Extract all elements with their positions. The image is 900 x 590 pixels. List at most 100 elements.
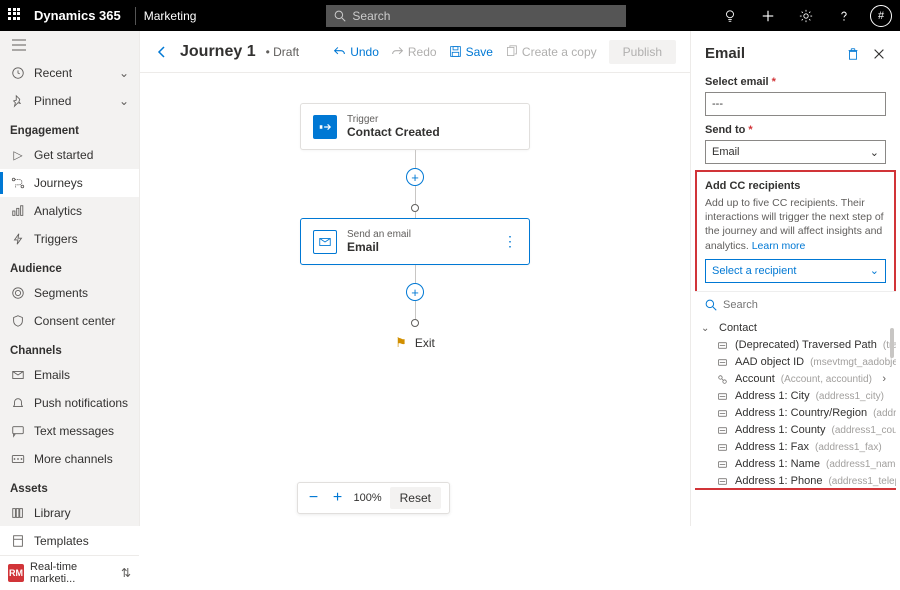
email-node[interactable]: Send an emailEmail ⋮	[300, 218, 530, 265]
send-to-label: Send to	[705, 124, 886, 136]
zoom-out-button[interactable]: −	[306, 489, 322, 507]
email-label: Email	[347, 240, 411, 254]
learn-more-link[interactable]: Learn more	[752, 240, 806, 252]
select-email-input[interactable]: ---	[705, 92, 886, 116]
tree-row[interactable]: Address 1: Fax (address1_fax)	[695, 439, 896, 456]
flag-icon: ⚑	[395, 335, 407, 351]
nav-push[interactable]: Push notifications	[0, 389, 139, 417]
node-more-icon[interactable]: ⋮	[503, 233, 517, 250]
email-sub: Send an email	[347, 229, 411, 240]
nav-templates[interactable]: Templates	[0, 527, 139, 555]
hamburger-icon[interactable]	[0, 31, 139, 59]
connector-dot	[411, 204, 419, 212]
nav-library[interactable]: Library	[0, 499, 139, 527]
add-step-button-2[interactable]: +	[406, 283, 424, 301]
tree-header-contact[interactable]: ⌄Contact	[695, 320, 896, 337]
nav-more-channels[interactable]: More channels	[0, 445, 139, 473]
tree-row[interactable]: Address 1: City (address1_city)	[695, 388, 896, 405]
back-button[interactable]	[154, 44, 170, 60]
avatar[interactable]: #	[870, 5, 892, 27]
nav-consent[interactable]: Consent center	[0, 307, 139, 335]
nav-triggers[interactable]: Triggers	[0, 225, 139, 253]
recipient-select[interactable]: Select a recipient⌄	[705, 259, 886, 283]
tree-row[interactable]: Address 1: County (address1_county)	[695, 422, 896, 439]
gear-icon[interactable]	[794, 4, 818, 28]
nav-pinned[interactable]: Pinned⌄	[0, 87, 139, 115]
nav-header-engagement: Engagement	[0, 115, 139, 141]
app-launcher-icon[interactable]	[8, 8, 24, 24]
nav-segments[interactable]: Segments	[0, 279, 139, 307]
add-step-button[interactable]: +	[406, 168, 424, 186]
cc-label: Add CC recipients	[705, 180, 886, 192]
zoom-in-button[interactable]: +	[330, 489, 346, 507]
field-icon	[717, 374, 729, 385]
dropdown-search-input[interactable]	[723, 299, 886, 311]
tree-row[interactable]: Address 1: Phone (address1_telephone1)	[695, 473, 896, 488]
tree-row[interactable]: Address 1: Name (address1_name)	[695, 456, 896, 473]
trigger-icon	[313, 115, 337, 139]
pin-icon	[10, 93, 26, 109]
chevron-down-icon: ⌄	[870, 146, 879, 159]
tree-row[interactable]: Account (Account, accountid)›	[695, 371, 896, 388]
search-placeholder: Search	[352, 9, 390, 23]
page-title: Journey 1	[180, 43, 256, 61]
nav-get-started[interactable]: ▷Get started	[0, 141, 139, 169]
zoom-control: − + 100% Reset	[297, 482, 451, 514]
global-search[interactable]: Search	[326, 5, 626, 27]
bell-icon	[10, 395, 26, 411]
nav-header-channels: Channels	[0, 335, 139, 361]
workspace: Journey 1 • Draft Undo Redo Save Create …	[140, 31, 690, 526]
redo-button[interactable]: Redo	[391, 45, 437, 59]
dropdown-search[interactable]	[695, 292, 896, 318]
message-icon	[10, 423, 26, 439]
copy-button[interactable]: Create a copy	[505, 45, 597, 59]
nav-header-assets: Assets	[0, 473, 139, 499]
chevron-down-icon: ⌄	[870, 264, 879, 277]
scrollbar[interactable]	[890, 328, 894, 358]
undo-button[interactable]: Undo	[333, 45, 379, 59]
plus-icon[interactable]	[756, 4, 780, 28]
search-icon	[705, 299, 717, 311]
clock-icon	[10, 65, 26, 81]
field-icon	[717, 459, 729, 470]
nav-header-audience: Audience	[0, 253, 139, 279]
zoom-value: 100%	[354, 492, 382, 504]
left-nav: Recent⌄ Pinned⌄ Engagement ▷Get started …	[0, 31, 140, 526]
nav-emails[interactable]: Emails	[0, 361, 139, 389]
trigger-label: Contact Created	[347, 125, 440, 139]
topbar: Dynamics 365 Marketing Search #	[0, 0, 900, 31]
tree-row[interactable]: Address 1: Country/Region (address1_cou.…	[695, 405, 896, 422]
close-icon[interactable]	[872, 47, 886, 61]
tree-row[interactable]: (Deprecated) Traversed Path (traversedpa…	[695, 337, 896, 354]
attribute-tree: ⌄Contact (Deprecated) Traversed Path (tr…	[695, 318, 896, 488]
chevron-down-icon: ⌄	[119, 66, 129, 80]
recipient-dropdown: ⌄Contact (Deprecated) Traversed Path (tr…	[695, 291, 896, 488]
publish-button[interactable]: Publish	[609, 40, 676, 64]
area-switcher[interactable]: RM Real-time marketi... ⇅	[0, 555, 139, 590]
area-label: Real-time marketi...	[30, 561, 115, 585]
chart-icon	[10, 203, 26, 219]
tree-row[interactable]: AAD object ID (msevtmgt_aadobjectid)	[695, 354, 896, 371]
connector-dot-2	[411, 319, 419, 327]
field-icon	[717, 357, 729, 368]
nav-text[interactable]: Text messages	[0, 417, 139, 445]
more-icon	[10, 451, 26, 467]
bolt-icon	[10, 231, 26, 247]
nav-journeys[interactable]: Journeys	[0, 169, 139, 197]
panel-title: Email	[705, 45, 745, 62]
cc-description: Add up to five CC recipients. Their inte…	[705, 196, 886, 253]
send-to-select[interactable]: Email⌄	[705, 140, 886, 164]
journey-canvas[interactable]: TriggerContact Created + Send an emailEm…	[140, 73, 690, 526]
divider	[135, 7, 136, 25]
template-icon	[10, 533, 26, 549]
trigger-node[interactable]: TriggerContact Created	[300, 103, 530, 150]
zoom-reset-button[interactable]: Reset	[390, 487, 441, 509]
save-button[interactable]: Save	[449, 45, 493, 59]
delete-icon[interactable]	[846, 47, 860, 61]
lightbulb-icon[interactable]	[718, 4, 742, 28]
help-icon[interactable]	[832, 4, 856, 28]
nav-recent[interactable]: Recent⌄	[0, 59, 139, 87]
nav-analytics[interactable]: Analytics	[0, 197, 139, 225]
properties-panel: Email Select email --- Send to Email⌄ Ad…	[690, 31, 900, 526]
play-icon: ▷	[10, 147, 26, 163]
